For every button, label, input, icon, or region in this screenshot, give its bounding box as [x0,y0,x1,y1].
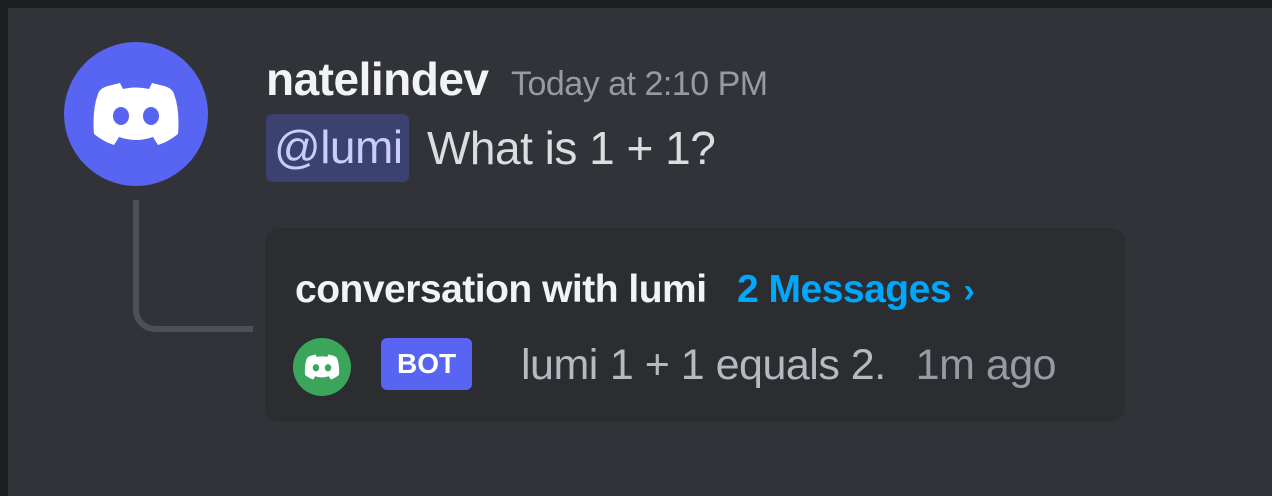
discord-logo-icon [304,354,340,380]
thread-name[interactable]: conversation with lumi [295,268,707,311]
bot-avatar[interactable] [293,338,351,396]
thread-connector-line [133,200,253,332]
thread-title-row: conversation with lumi 2 Messages › [295,268,975,312]
thread-preview-card[interactable]: conversation with lumi 2 Messages › BOT … [265,228,1125,422]
message-header: natelindev Today at 2:10 PM [266,52,768,112]
preview-message-text: 1 + 1 equals 2. [609,341,886,389]
user-avatar[interactable] [64,42,208,186]
discord-logo-icon [93,83,179,145]
author-username[interactable]: natelindev [266,53,489,105]
user-mention[interactable]: @lumi [266,114,409,182]
message-timestamp[interactable]: Today at 2:10 PM [511,65,768,103]
bot-badge: BOT [381,338,473,390]
message-view: natelindev Today at 2:10 PM @lumi What i… [8,8,1272,496]
preview-text-group: lumi 1 + 1 equals 2. 1m ago [521,334,1057,396]
preview-timestamp: 1m ago [915,341,1057,389]
thread-message-count-link[interactable]: 2 Messages [737,268,951,311]
chevron-right-icon[interactable]: › [963,272,974,310]
preview-author[interactable]: lumi [521,341,598,389]
message-content: @lumi What is 1 + 1? [266,114,716,190]
message-text: What is 1 + 1? [427,122,716,174]
